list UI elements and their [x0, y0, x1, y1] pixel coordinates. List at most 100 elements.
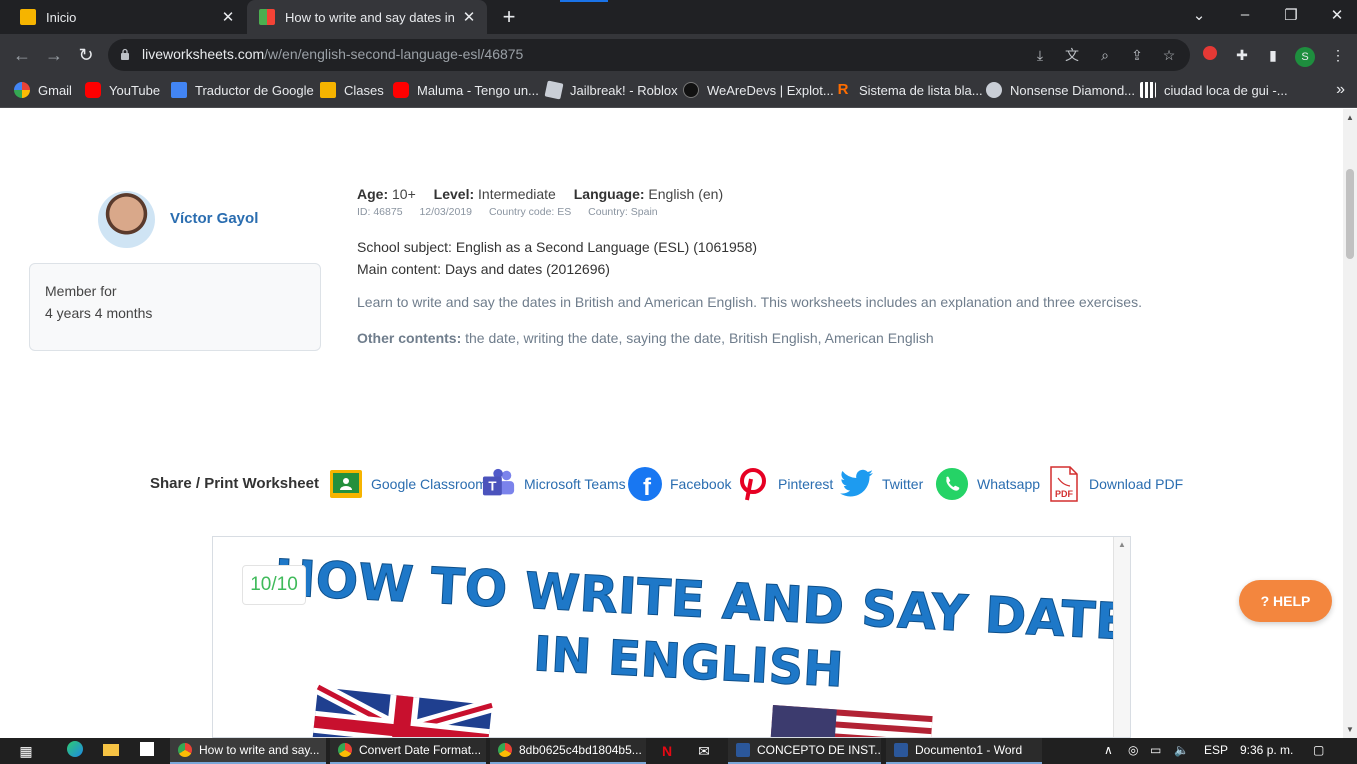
language-indicator[interactable]: ESP — [1204, 743, 1228, 757]
bookmarks-bar: Gmail YouTube Traductor de Google Clases… — [0, 76, 1357, 108]
age-label: Age: — [357, 186, 389, 202]
scroll-up-arrow-icon[interactable]: ▲ — [1346, 113, 1354, 122]
country: Country: Spain — [588, 206, 658, 218]
forward-icon[interactable]: → — [42, 43, 66, 67]
bookmark-star-icon[interactable]: ☆ — [1160, 46, 1178, 64]
install-icon[interactable]: ⤓ — [1031, 46, 1049, 64]
member-label: Member for — [45, 283, 117, 299]
bookmark-wearedevs[interactable]: WeAreDevs | Explot... — [683, 82, 834, 98]
main-content: Main content: Days and dates (2012696) — [357, 261, 610, 277]
volume-icon[interactable]: 🔈 — [1174, 743, 1189, 757]
share-pinterest[interactable]: Pinterest — [736, 466, 833, 502]
close-icon[interactable]: ✕ — [457, 8, 481, 26]
task-view-icon[interactable]: ▦ — [16, 741, 36, 761]
taskbar-app-label: Documento1 - Word — [915, 743, 1023, 757]
profile-avatar[interactable]: S — [1295, 45, 1315, 67]
youtube-icon — [85, 82, 101, 98]
uk-flag-image — [308, 680, 494, 737]
adblock-extension-icon[interactable] — [1200, 45, 1220, 65]
notifications-icon[interactable]: ▢ — [1313, 743, 1324, 757]
scroll-thumb[interactable] — [1346, 169, 1354, 259]
scroll-down-arrow-icon[interactable]: ▼ — [1346, 725, 1354, 734]
zoom-icon[interactable]: ⌕ — [1096, 46, 1114, 64]
worksheet-viewer[interactable]: HOW TO WRITE AND SAY DATES IN ENGLISH 10… — [212, 536, 1131, 738]
whatsapp-icon — [935, 467, 969, 501]
tab-worksheet[interactable]: How to write and say dates in En ✕ — [247, 0, 487, 34]
bookmark-gmail[interactable]: Gmail — [14, 82, 72, 98]
share-google-classroom[interactable]: Google Classroom — [329, 466, 487, 502]
author-name[interactable]: Víctor Gayol — [170, 210, 258, 227]
translate-icon[interactable]: 文 — [1063, 46, 1081, 64]
bookmark-maluma[interactable]: Maluma - Tengo un... — [393, 82, 539, 98]
tab-accent-line — [560, 0, 608, 2]
back-icon[interactable]: ← — [10, 43, 34, 67]
bookmark-youtube[interactable]: YouTube — [85, 82, 160, 98]
close-icon[interactable]: ✕ — [216, 8, 240, 26]
share-facebook[interactable]: f Facebook — [628, 466, 731, 502]
file-explorer-icon[interactable] — [101, 741, 121, 761]
taskbar-app-label: CONCEPTO DE INST... — [757, 743, 881, 757]
tab-search-chevron-icon[interactable]: ⌄ — [1189, 6, 1209, 24]
bookmark-roblox[interactable]: Jailbreak! - Roblox — [544, 80, 678, 100]
classroom-favicon-icon — [20, 9, 36, 25]
network-icon[interactable]: ▭ — [1150, 743, 1161, 757]
worksheet-title-image: HOW TO WRITE AND SAY DATES IN ENGLISH — [272, 548, 1113, 737]
taskbar-app-chrome-3[interactable]: 8db0625c4bd1804b5... — [490, 738, 646, 764]
school-subject: School subject: English as a Second Lang… — [357, 239, 758, 255]
tray-chevron-icon[interactable]: ∧ — [1104, 743, 1113, 757]
share-microsoft-teams[interactable]: T Microsoft Teams — [482, 466, 626, 502]
url-text: liveworksheets.com/w/en/english-second-l… — [142, 46, 523, 62]
taskbar-app-chrome-2[interactable]: Convert Date Format... — [330, 738, 486, 764]
share-download-pdf[interactable]: PDF Download PDF — [1047, 466, 1183, 502]
bookmark-label: Clases — [344, 82, 384, 98]
window-close-icon[interactable]: ✕ — [1327, 6, 1347, 24]
level-label: Level: — [433, 186, 475, 202]
reload-icon[interactable]: ↻ — [74, 43, 98, 67]
mail-icon[interactable]: ✉ — [694, 741, 714, 761]
scroll-up-arrow-icon[interactable]: ▲ — [1118, 540, 1126, 549]
restore-icon[interactable]: ❐ — [1281, 6, 1301, 24]
lock-icon — [121, 48, 129, 60]
taskbar-app-chrome-1[interactable]: How to write and say... — [170, 738, 326, 764]
bookmark-clases[interactable]: Clases — [320, 82, 384, 98]
bookmark-label: Traductor de Google — [195, 82, 314, 98]
bookmark-translate[interactable]: Traductor de Google — [171, 82, 314, 98]
worksheet-description: Learn to write and say the dates in Brit… — [357, 294, 1142, 310]
side-panel-icon[interactable]: ▮ — [1263, 45, 1283, 65]
netflix-icon[interactable]: N — [657, 741, 677, 761]
new-tab-icon[interactable]: + — [498, 5, 520, 29]
share-label-text: Download PDF — [1089, 476, 1184, 492]
taskbar-app-word-1[interactable]: CONCEPTO DE INST... — [728, 738, 881, 764]
author-avatar[interactable] — [98, 191, 155, 248]
help-circle-icon: ? — [1260, 593, 1270, 609]
microsoft-teams-icon: T — [482, 467, 516, 501]
store-icon[interactable] — [137, 741, 157, 761]
minimize-icon[interactable]: – — [1235, 6, 1255, 23]
us-flag-image — [768, 705, 933, 737]
taskbar-app-word-2[interactable]: Documento1 - Word — [886, 738, 1042, 764]
chrome-icon — [498, 743, 512, 757]
page-scrollbar[interactable]: ▲ ▼ — [1343, 109, 1357, 738]
clock[interactable]: 9:36 p. m. — [1240, 743, 1293, 757]
extensions-puzzle-icon[interactable]: ✚ — [1232, 45, 1252, 65]
worksheet-info: Age: 10+ Level: Intermediate Language: E… — [357, 186, 737, 202]
bookmark-sistema[interactable]: R Sistema de lista bla... — [835, 82, 983, 98]
share-twitter[interactable]: Twitter — [840, 466, 923, 502]
bookmarks-overflow-icon[interactable]: » — [1336, 81, 1345, 99]
pdf-icon: PDF — [1047, 466, 1081, 502]
share-icon[interactable]: ⇪ — [1128, 46, 1146, 64]
address-bar[interactable]: liveworksheets.com/w/en/english-second-l… — [108, 39, 1190, 71]
edge-icon[interactable] — [65, 741, 85, 761]
other-contents: Other contents: the date, writing the da… — [357, 330, 934, 346]
tab-inicio[interactable]: Inicio ✕ — [0, 0, 246, 34]
bookmark-nonsense[interactable]: Nonsense Diamond... — [986, 82, 1135, 98]
help-button[interactable]: ? HELP — [1239, 580, 1332, 622]
share-whatsapp[interactable]: Whatsapp — [935, 466, 1040, 502]
word-icon — [894, 743, 908, 757]
share-label-text: Whatsapp — [977, 476, 1041, 492]
bookmark-ciudad[interactable]: ciudad loca de gui -... — [1140, 82, 1288, 98]
roblox-icon — [544, 80, 564, 100]
worksheet-scrollbar[interactable]: ▲ — [1113, 537, 1130, 737]
menu-kebab-icon[interactable]: ⋮ — [1328, 45, 1348, 65]
tray-meet-icon[interactable]: ◎ — [1128, 743, 1138, 757]
